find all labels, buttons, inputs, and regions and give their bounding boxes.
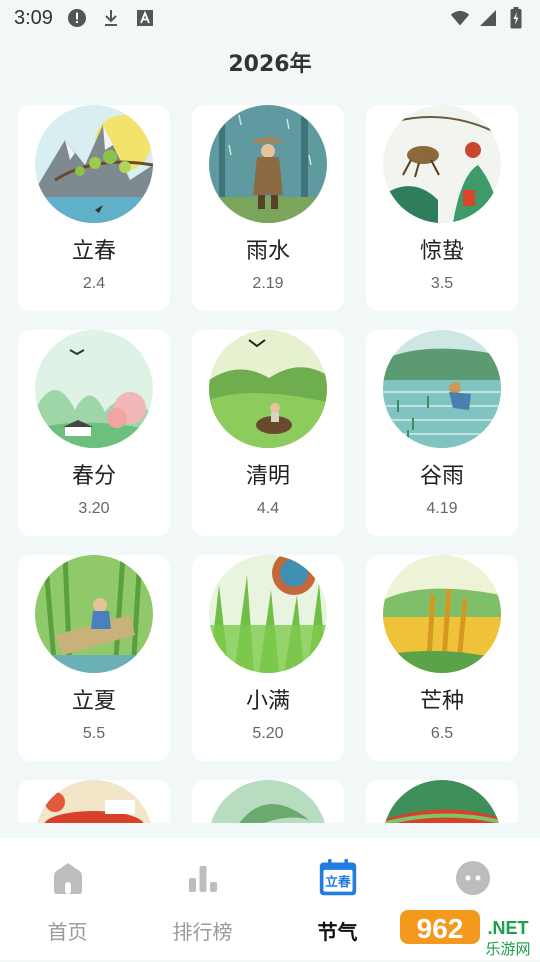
- solar-term-card[interactable]: 小满 5.20: [192, 555, 344, 761]
- battery-icon: [506, 7, 526, 29]
- svg-text:乐游网: 乐游网: [485, 940, 530, 958]
- solar-term-card[interactable]: 立夏 5.5: [18, 555, 170, 761]
- term-date: 5.20: [252, 725, 284, 742]
- term-date: 3.20: [78, 500, 110, 517]
- calendar-badge: 立春: [325, 874, 351, 889]
- home-icon: [48, 858, 88, 898]
- solar-term-card[interactable]: 立春 2.4: [18, 105, 170, 311]
- watermark-logo: 962 .NET 乐游网: [400, 908, 538, 958]
- status-time: 3:09: [14, 6, 53, 29]
- term-illustration: [35, 105, 153, 223]
- solar-term-card[interactable]: 谷雨 4.19: [366, 330, 518, 536]
- solar-term-grid[interactable]: 立春 2.4 雨水 2.19 惊蛰 3.5 春分 3.20 清明 4.4 谷雨 …: [0, 105, 540, 823]
- term-date: 4.19: [426, 500, 458, 517]
- term-illustration: [35, 780, 153, 823]
- term-illustration: [35, 330, 153, 448]
- bar-chart-icon: [183, 858, 223, 898]
- solar-term-card[interactable]: 雨水 2.19: [192, 105, 344, 311]
- term-name: 立夏: [71, 689, 116, 714]
- solar-term-card[interactable]: 芒种 6.5: [366, 555, 518, 761]
- nav-ranking[interactable]: 排行榜: [135, 838, 270, 960]
- term-illustration: [383, 555, 501, 673]
- term-illustration: [209, 555, 327, 673]
- year-title: 2026年: [228, 52, 312, 77]
- term-illustration: [383, 330, 501, 448]
- svg-text:962: 962: [417, 913, 464, 944]
- nav-label: 节气: [317, 920, 358, 944]
- term-date: 6.5: [430, 725, 454, 742]
- font-icon: [135, 8, 155, 28]
- term-date: 3.5: [430, 275, 454, 292]
- solar-term-card[interactable]: [192, 780, 344, 823]
- term-date: 5.5: [82, 725, 106, 742]
- wifi-icon: [450, 8, 470, 28]
- term-name: 惊蛰: [419, 239, 464, 264]
- status-bar: 3:09: [0, 0, 540, 36]
- solar-term-card[interactable]: [366, 780, 518, 823]
- chat-icon: [453, 858, 493, 898]
- term-illustration: [209, 780, 327, 823]
- svg-text:.NET: .NET: [487, 918, 528, 938]
- term-illustration: [209, 330, 327, 448]
- term-illustration: [209, 105, 327, 223]
- solar-term-card[interactable]: 清明 4.4: [192, 330, 344, 536]
- nav-home[interactable]: 首页: [0, 838, 135, 960]
- term-name: 春分: [71, 464, 116, 489]
- nav-label: 首页: [47, 920, 88, 944]
- term-name: 谷雨: [419, 464, 464, 489]
- term-illustration: [35, 555, 153, 673]
- term-date: 2.4: [82, 275, 106, 292]
- calendar-icon: 立春: [318, 858, 358, 898]
- term-name: 雨水: [245, 239, 290, 264]
- term-name: 立春: [71, 239, 116, 264]
- term-date: 4.4: [256, 500, 280, 517]
- term-date: 2.19: [252, 275, 284, 292]
- nav-label: 排行榜: [172, 920, 233, 944]
- alert-icon: [67, 8, 87, 28]
- term-name: 小满: [245, 689, 290, 714]
- download-icon: [101, 8, 121, 28]
- term-illustration: [383, 780, 501, 823]
- solar-term-card[interactable]: 惊蛰 3.5: [366, 105, 518, 311]
- term-illustration: [383, 105, 501, 223]
- nav-solar-terms[interactable]: 立春 节气: [270, 838, 405, 960]
- term-name: 芒种: [419, 689, 464, 714]
- solar-term-card[interactable]: [18, 780, 170, 823]
- solar-term-card[interactable]: 春分 3.20: [18, 330, 170, 536]
- signal-icon: [478, 8, 498, 28]
- term-name: 清明: [245, 464, 290, 489]
